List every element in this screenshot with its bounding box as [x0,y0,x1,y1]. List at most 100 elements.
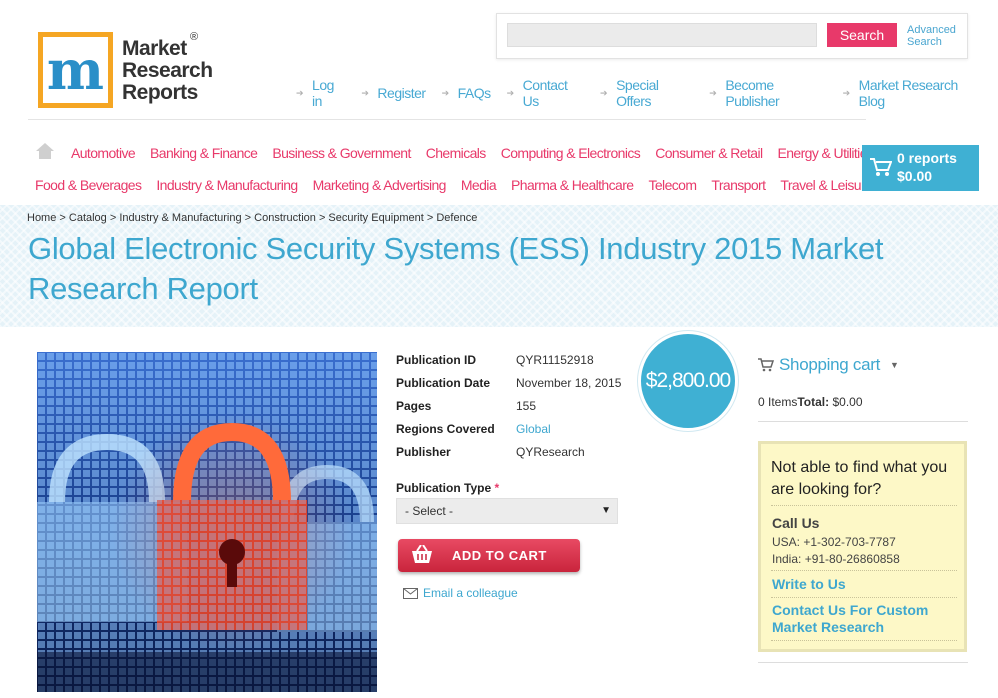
arrow-icon: ➔ [361,87,369,98]
breadcrumb[interactable]: Home > Catalog > Industry & Manufacturin… [27,212,477,224]
nav-blog[interactable]: ➔ Market Research Blog [843,77,982,109]
publication-type-text: Publication Type [396,481,492,495]
logo-line1: Market [122,37,187,60]
home-icon[interactable] [36,143,54,159]
select-value: - Select - [405,504,454,518]
nav-label: Market Research Blog [858,77,959,109]
registered-mark: ® [190,31,199,43]
divider [28,119,866,120]
padlock-security-image [37,352,377,692]
advanced-search-line2: Search [907,36,942,48]
logo-mark[interactable]: m [38,32,113,108]
category-computing-electronics[interactable]: Computing & Electronics [501,145,641,161]
shopping-cart-title[interactable]: Shopping cart ▼ [758,355,899,375]
logo-m-icon: m [43,37,108,103]
phone-india[interactable]: India: +91-80-26860858 [772,552,900,566]
cart-summary: 0 ItemsTotal: $0.00 [758,395,863,409]
basket-icon [412,545,432,563]
search-input[interactable] [507,23,817,47]
product-image [37,352,377,692]
custom-research-link[interactable]: Contact Us For Custom Market Research [772,602,962,636]
price-badge: $2,800.00 [638,331,738,431]
cart-item-count: 0 Items [758,395,798,409]
chevron-down-icon: ▼ [890,360,899,370]
write-to-us-link[interactable]: Write to Us [772,576,846,593]
publication-type-select[interactable]: - Select - ▼ [396,498,618,524]
phone-usa[interactable]: USA: +1-302-703-7787 [772,535,896,549]
category-industry-manufacturing[interactable]: Industry & Manufacturing [156,177,298,193]
add-to-cart-label: ADD TO CART [452,548,547,563]
required-mark: * [494,481,500,495]
category-marketing-advertising[interactable]: Marketing & Advertising [313,177,447,193]
category-transport[interactable]: Transport [711,177,766,193]
cart-icon [758,358,774,372]
category-banking-finance[interactable]: Banking & Finance [150,145,258,161]
logo-line3: Reports [122,81,198,104]
email-colleague-link[interactable]: Email a colleague [403,586,518,600]
arrow-icon: ➔ [441,87,450,98]
detail-label: Regions Covered [396,422,495,436]
logo-line2: Research [122,59,213,82]
publication-id: QYR11152918 [516,353,594,367]
category-automotive[interactable]: Automotive [71,145,136,161]
help-question: Not able to find what you are looking fo… [771,459,948,498]
nav-label: Become Publisher [725,77,780,109]
category-telecom[interactable]: Telecom [648,177,697,193]
category-nav-row1: Automotive Banking & Finance Business & … [71,145,888,161]
page-title: Global Electronic Security Systems (ESS)… [28,231,884,306]
category-food-beverages[interactable]: Food & Beverages [35,177,142,193]
detail-label: Publication ID [396,353,477,367]
category-pharma-healthcare[interactable]: Pharma & Healthcare [511,177,634,193]
nav-register[interactable]: ➔ Register [361,77,426,109]
category-travel-leisure[interactable]: Travel & Leisure [780,177,872,193]
nav-login[interactable]: ➔ Log in [296,77,345,109]
detail-label: Pages [396,399,432,413]
help-divider [771,505,957,506]
advanced-search-link[interactable]: Advanced Search [907,24,956,48]
header-cart[interactable]: 0 reports $0.00 [862,145,979,191]
nav-faqs[interactable]: ➔ FAQs [441,77,492,109]
nav-become-publisher[interactable]: ➔ Become Publisher [709,77,826,109]
help-divider [771,597,957,598]
nav-label: Contact Us [522,77,568,109]
envelope-icon [403,587,418,599]
cart-total-value: $0.00 [832,395,863,409]
search-button[interactable]: Search [827,23,897,47]
cart-icon [870,158,892,176]
divider [758,662,968,663]
call-us-heading: Call Us [772,515,820,531]
cart-total-label: Total: [797,395,830,409]
category-chemicals[interactable]: Chemicals [426,145,487,161]
publication-details: Publication ID QYR11152918 Publication D… [396,353,636,473]
arrow-icon: ➔ [506,87,515,98]
category-nav-row2: Food & Beverages Industry & Manufacturin… [35,177,887,193]
add-to-cart-button[interactable]: ADD TO CART [398,539,580,572]
cart-total: $0.00 [897,168,933,184]
category-consumer-retail[interactable]: Consumer & Retail [655,145,763,161]
nav-label: FAQs [457,85,492,101]
arrow-icon: ➔ [842,87,851,98]
detail-label: Publication Date [396,376,491,390]
logo-text[interactable]: Market Research Reports [122,38,213,104]
nav-special-offers[interactable]: ➔ Special Offers [600,77,693,109]
nav-contact-us[interactable]: ➔ Contact Us [507,77,584,109]
arrow-icon: ➔ [296,87,304,98]
page-count: 155 [516,399,537,413]
dropdown-caret-icon: ▼ [601,505,611,516]
category-business-government[interactable]: Business & Government [272,145,411,161]
regions-link[interactable]: Global [516,422,656,436]
email-colleague-label: Email a colleague [423,586,518,600]
publisher-name: QYResearch [516,445,585,459]
nav-label: Log in [312,77,334,109]
top-nav: ➔ Log in ➔ Register ➔ FAQs ➔ Contact Us ➔ Spe… [296,77,998,109]
cart-report-count: 0 reports [897,150,957,166]
nav-label: Register [377,85,426,101]
publication-type-label: Publication Type * [396,481,499,495]
arrow-icon: ➔ [600,87,608,98]
nav-label: Special Offers [616,77,659,109]
category-energy-utilities[interactable]: Energy & Utilities [777,145,873,161]
category-media[interactable]: Media [461,177,497,193]
publication-date: November 18, 2015 [516,376,622,390]
divider [758,421,968,422]
advanced-search-line1: Advanced [907,24,956,36]
